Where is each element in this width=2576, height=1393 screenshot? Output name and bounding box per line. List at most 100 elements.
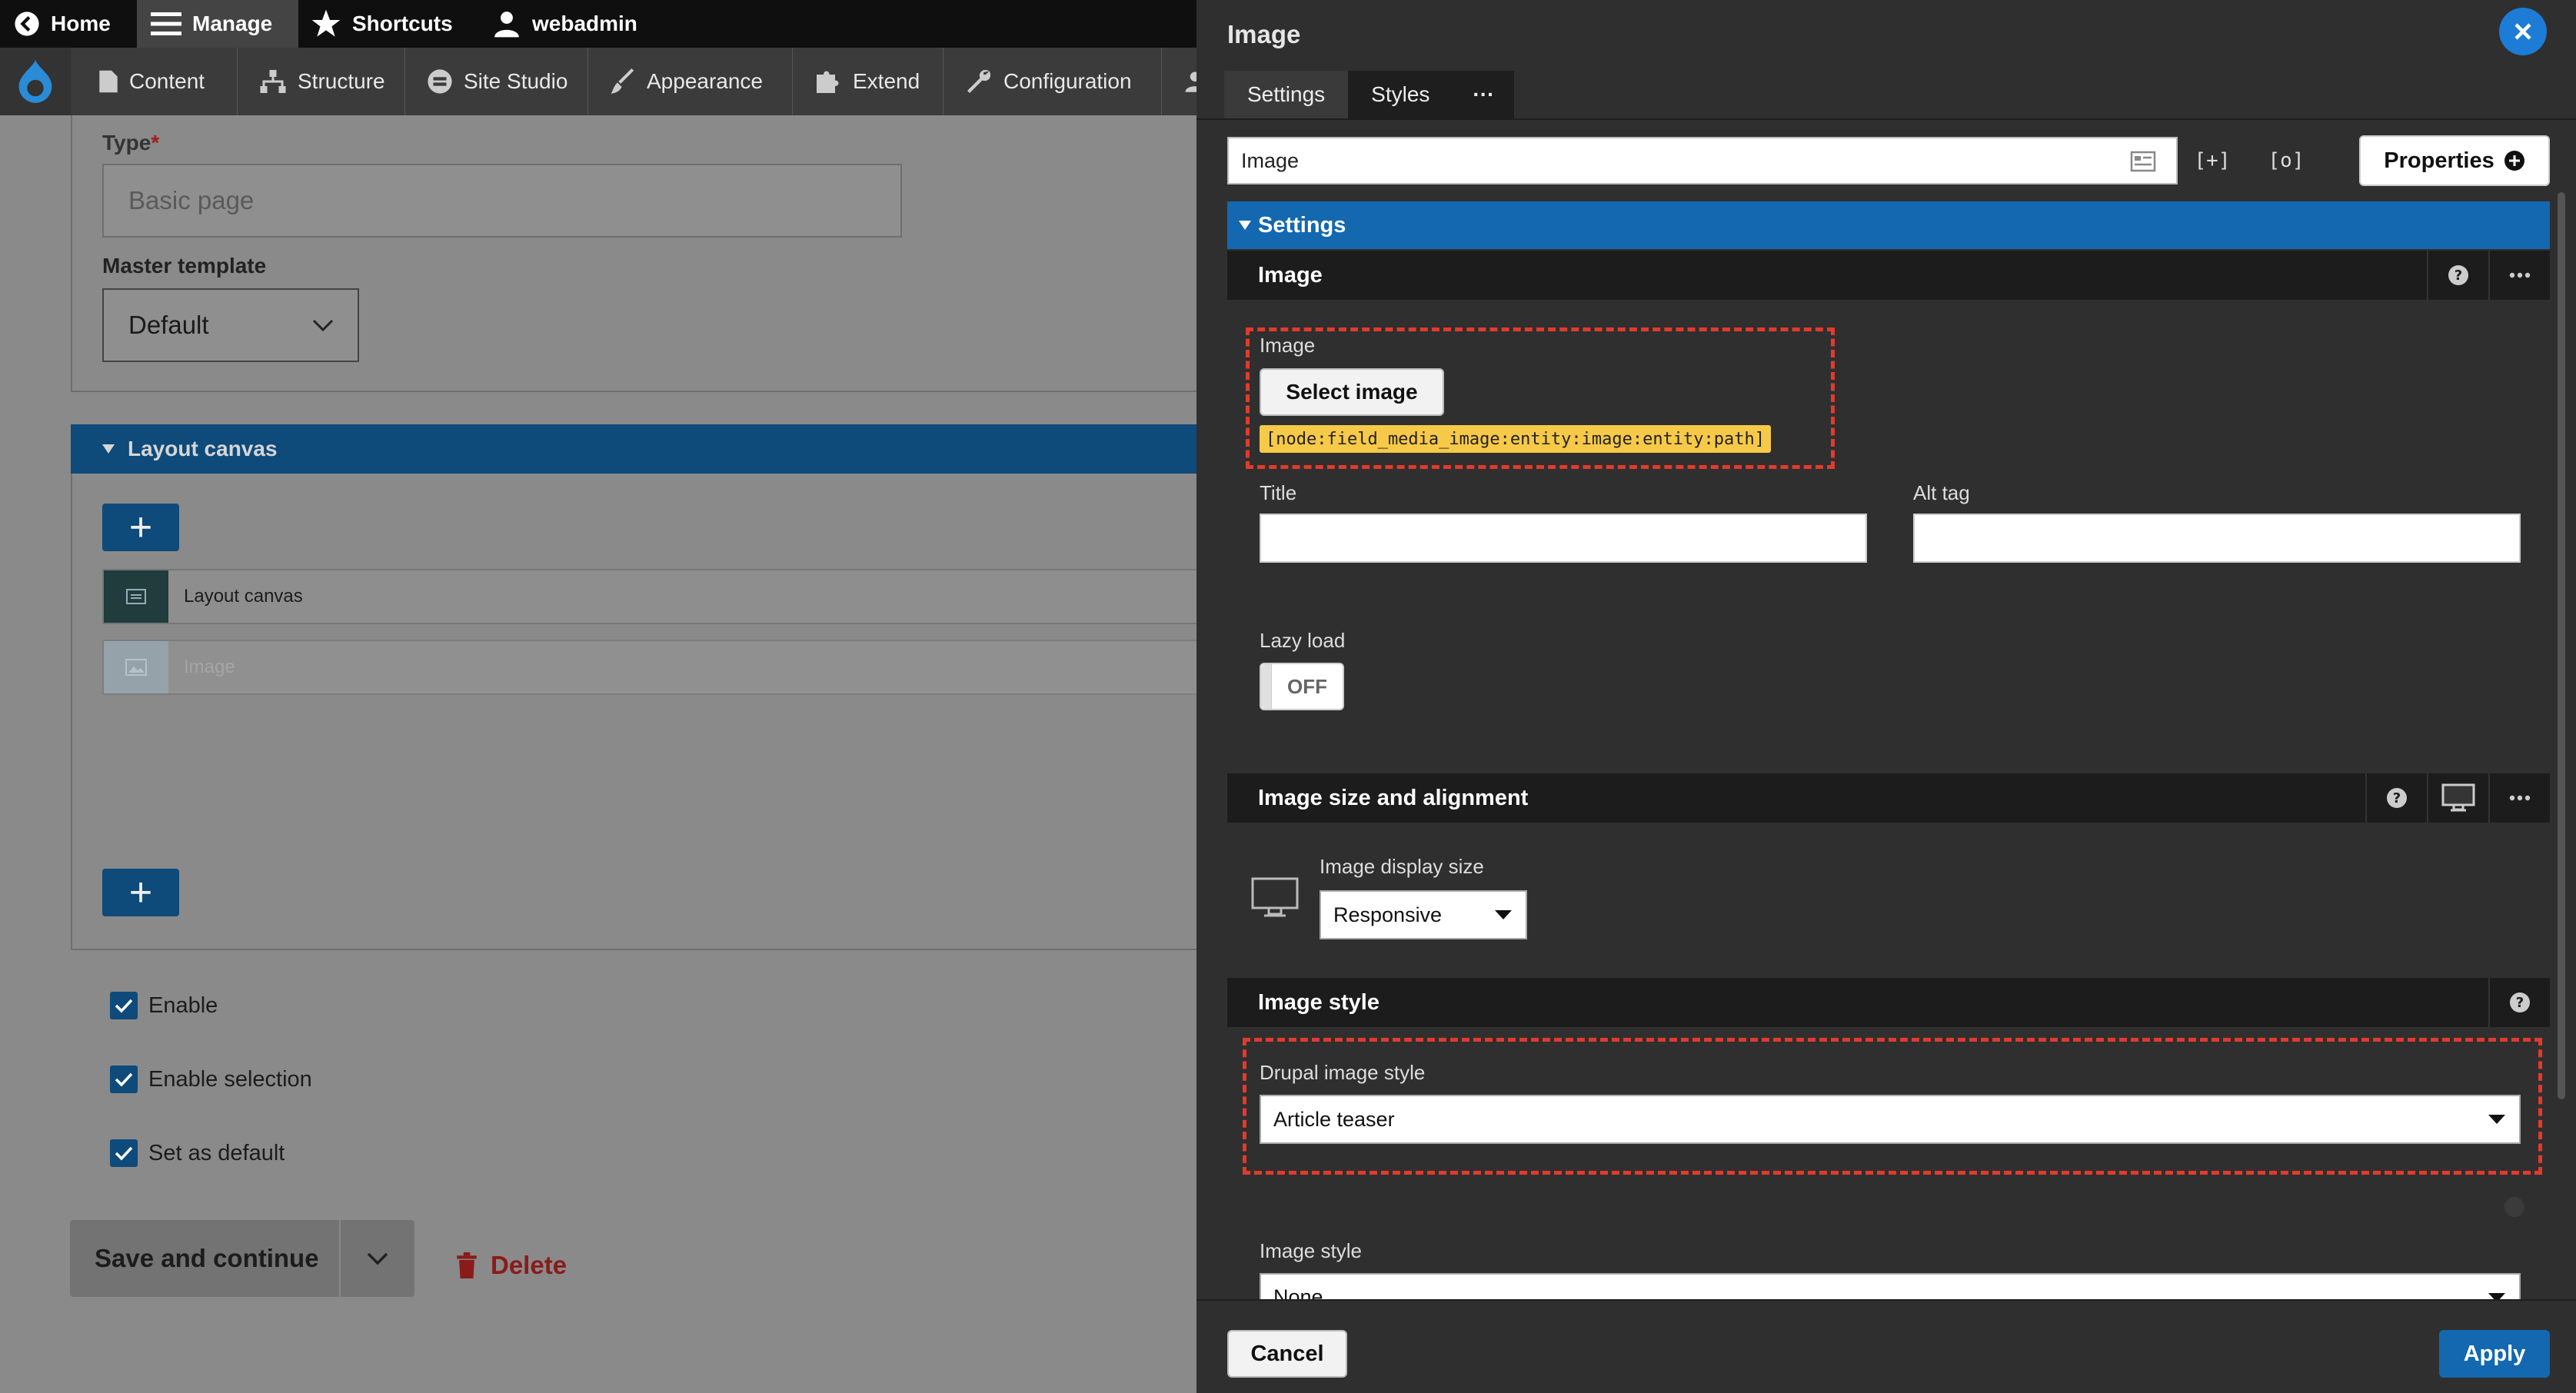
display-size-select[interactable]: Responsive — [1320, 890, 1527, 939]
drupal-style-value: Article teaser — [1273, 1107, 1395, 1131]
apply-button[interactable]: Apply — [2439, 1330, 2550, 1378]
tray-site-studio-label: Site Studio — [464, 69, 568, 93]
focus-icon[interactable]: [o] — [2262, 137, 2310, 185]
type-label: Type* — [102, 131, 160, 155]
layout-canvas-body — [71, 474, 1201, 950]
more-icon[interactable] — [2488, 251, 2550, 300]
plus-icon: + — [128, 870, 153, 915]
brush-icon — [611, 68, 634, 94]
tray-content[interactable]: Content — [77, 48, 205, 115]
layout-canvas-heading[interactable]: Layout canvas — [71, 424, 1201, 474]
admin-tray: Content Structure Site Studio Appearance… — [0, 48, 1205, 115]
save-button-group: Save and continue — [70, 1220, 414, 1297]
image-section-tools: ? — [2427, 251, 2550, 300]
help-icon[interactable]: ? — [2427, 251, 2488, 300]
drupal-logo-icon[interactable] — [0, 48, 71, 115]
properties-label: Properties — [2384, 148, 2494, 173]
layout-icon — [104, 570, 168, 623]
shortcuts-link[interactable]: Shortcuts — [311, 0, 453, 48]
help-icon — [2504, 1197, 2524, 1217]
checkbox-checked-icon[interactable] — [110, 992, 138, 1019]
title-input[interactable] — [1260, 514, 1867, 563]
user-icon — [494, 12, 519, 38]
panel-scrollbar[interactable] — [2558, 192, 2565, 1099]
structure-icon — [260, 70, 286, 93]
lazy-load-value: OFF — [1287, 675, 1327, 698]
lazy-load-toggle[interactable]: OFF — [1260, 663, 1344, 710]
user-link[interactable]: webadmin — [492, 0, 637, 48]
delete-link[interactable]: Delete — [455, 1251, 567, 1280]
alt-tag-label: Alt tag — [1913, 481, 1970, 504]
properties-button[interactable]: Properties — [2359, 135, 2550, 186]
tray-appearance-label: Appearance — [647, 69, 764, 93]
component-name-input[interactable]: Image — [1227, 137, 2178, 185]
form-list-icon — [2130, 151, 2156, 172]
master-template-select[interactable]: Default — [102, 288, 359, 362]
required-marker: * — [151, 131, 160, 155]
tray-extend[interactable]: Extend — [792, 48, 920, 115]
add-component-bottom-button[interactable]: + — [102, 869, 179, 916]
close-button[interactable] — [2499, 8, 2547, 55]
site-studio-icon — [428, 69, 452, 94]
expand-icon[interactable]: [+] — [2188, 137, 2236, 185]
layout-canvas-row-label: Layout canvas — [184, 586, 303, 607]
close-icon — [2514, 23, 2531, 40]
select-image-button[interactable]: Select image — [1260, 368, 1444, 416]
style-section-tools: ? — [2488, 978, 2550, 1027]
more-icon[interactable] — [2488, 773, 2550, 823]
desktop-icon — [1251, 877, 1299, 917]
chevron-down-icon — [367, 1252, 388, 1265]
delete-label: Delete — [491, 1251, 567, 1279]
tab-more[interactable]: ··· — [1453, 71, 1515, 118]
tray-configuration[interactable]: Configuration — [943, 48, 1132, 115]
layout-canvas-row[interactable]: Layout canvas — [102, 569, 1202, 624]
home-link[interactable]: Home — [14, 0, 111, 48]
size-section-title: Image size and alignment — [1258, 785, 1529, 810]
checkbox-checked-icon[interactable] — [110, 1139, 138, 1167]
enable-selection-checkbox-row[interactable]: Enable selection — [110, 1066, 312, 1093]
master-template-value: Default — [128, 311, 209, 339]
back-arrow-icon — [15, 12, 39, 36]
tray-structure[interactable]: Structure — [237, 48, 385, 115]
image-section-title: Image — [1258, 262, 1323, 288]
triangle-down-icon — [1239, 221, 1251, 230]
hamburger-icon — [151, 12, 181, 35]
tray-site-studio[interactable]: Site Studio — [404, 48, 567, 115]
tray-structure-label: Structure — [298, 69, 385, 93]
size-section-tools: ? — [2365, 773, 2550, 823]
layout-canvas-heading-label: Layout canvas — [128, 437, 278, 460]
admin-toolbar: Home Manage Shortcuts webadmin — [0, 0, 1196, 48]
image-component-row[interactable]: Image — [102, 640, 1202, 695]
desktop-icon[interactable] — [2427, 773, 2488, 823]
tab-styles[interactable]: Styles — [1348, 71, 1453, 118]
manage-link[interactable]: Manage — [151, 0, 272, 48]
caret-down-icon — [1495, 910, 1512, 919]
settings-accordion[interactable]: Settings — [1227, 201, 2550, 249]
help-icon[interactable]: ? — [2365, 773, 2427, 823]
tray-extend-label: Extend — [853, 69, 920, 93]
plus-circle-icon — [2504, 151, 2524, 171]
tabs-divider — [1196, 118, 2576, 120]
alt-tag-input[interactable] — [1913, 514, 2521, 563]
checkbox-checked-icon[interactable] — [110, 1066, 138, 1093]
settings-accordion-label: Settings — [1258, 212, 1346, 238]
display-size-value: Responsive — [1333, 903, 1443, 926]
shortcuts-label: Shortcuts — [352, 12, 453, 35]
svg-text:?: ? — [2516, 995, 2524, 1011]
tab-settings[interactable]: Settings — [1224, 71, 1349, 118]
tray-appearance[interactable]: Appearance — [587, 48, 763, 115]
wrench-icon — [967, 69, 991, 93]
help-icon[interactable]: ? — [2488, 978, 2550, 1027]
save-and-continue-button[interactable]: Save and continue — [70, 1220, 339, 1297]
save-dropdown-toggle[interactable] — [339, 1220, 414, 1297]
master-template-label: Master template — [102, 254, 267, 278]
image-style-label: Image style — [1260, 1239, 1362, 1262]
image-field-label: Image — [1260, 334, 1316, 357]
add-component-top-button[interactable]: + — [102, 504, 179, 551]
set-default-checkbox-row[interactable]: Set as default — [110, 1139, 285, 1167]
cancel-button[interactable]: Cancel — [1227, 1330, 1347, 1378]
manage-label: Manage — [192, 12, 273, 35]
drupal-style-select[interactable]: Article teaser — [1260, 1095, 2521, 1144]
type-field[interactable]: Basic page — [102, 164, 902, 238]
enable-checkbox-row[interactable]: Enable — [110, 992, 218, 1019]
